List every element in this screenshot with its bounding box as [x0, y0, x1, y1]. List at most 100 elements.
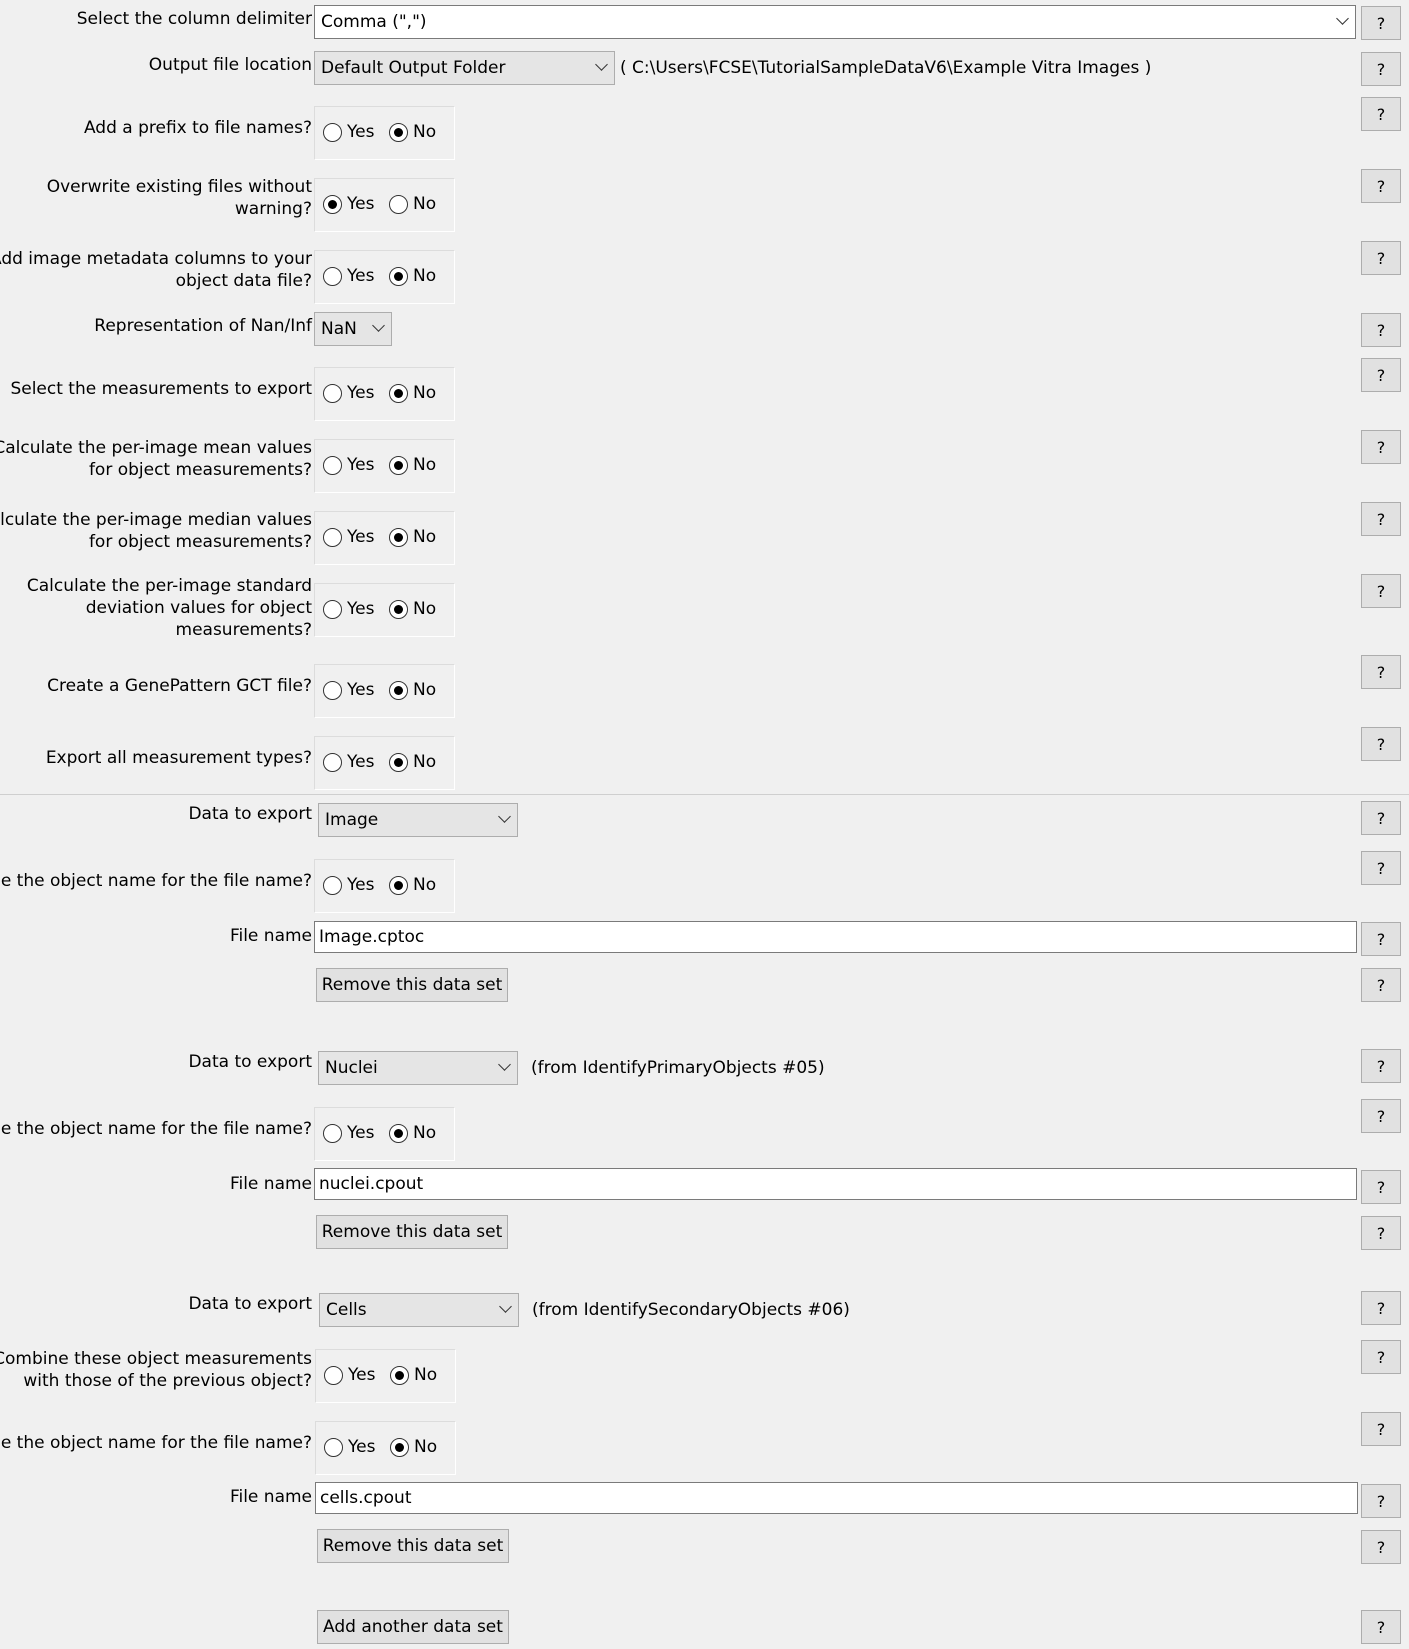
radio-no-label: No [413, 875, 437, 895]
data-to-export-select[interactable]: Image [318, 803, 518, 837]
remove-data-set-button[interactable]: Remove this data set [316, 1215, 508, 1249]
output-location-label: Output file location [148, 55, 312, 75]
prefix-radio-group: Yes No [314, 106, 455, 160]
radio-circle-icon [323, 527, 342, 547]
all-types-yes-radio[interactable]: Yes [323, 752, 374, 772]
metadata-columns-yes-radio[interactable]: Yes [323, 266, 374, 286]
remove-data-set-button[interactable]: Remove this data set [317, 1529, 509, 1563]
use-object-name-radio-group: Yes No [314, 859, 455, 913]
help-button[interactable]: ? [1361, 1049, 1401, 1083]
help-button[interactable]: ? [1361, 1170, 1401, 1204]
use-object-name-label: Use the object name for the file name? [0, 1119, 312, 1139]
select-measurements-no-radio[interactable]: No [389, 383, 436, 403]
all-types-radio-group: Yes No [314, 736, 455, 790]
use-object-name-yes-radio[interactable]: Yes [323, 1123, 374, 1143]
data-to-export-value: Image [325, 810, 379, 830]
help-button[interactable]: ? [1361, 1216, 1401, 1250]
all-types-no-radio[interactable]: No [389, 752, 436, 772]
help-button[interactable]: ? [1361, 1291, 1401, 1325]
std-values-yes-radio[interactable]: Yes [323, 599, 374, 619]
radio-circle-icon [389, 194, 408, 214]
remove-data-set-button[interactable]: Remove this data set [316, 968, 508, 1002]
file-name-label: File name [229, 1174, 312, 1194]
radio-no-label: No [413, 527, 437, 547]
help-button[interactable]: ? [1361, 358, 1401, 392]
file-name-input[interactable] [315, 1482, 1358, 1514]
help-button[interactable]: ? [1361, 727, 1401, 761]
use-object-name-yes-radio[interactable]: Yes [323, 875, 374, 895]
select-measurements-radio-group: Yes No [314, 367, 455, 421]
radio-selected-icon [389, 527, 408, 547]
use-object-name-yes-radio[interactable]: Yes [324, 1437, 375, 1457]
radio-circle-icon [323, 875, 342, 895]
nan-representation-select[interactable]: NaN [314, 312, 392, 346]
mean-values-label: Calculate the per-image mean values for o… [0, 438, 312, 480]
help-button[interactable]: ? [1361, 1099, 1401, 1133]
radio-circle-icon [323, 455, 342, 475]
data-to-export-select[interactable]: Nuclei [318, 1051, 518, 1085]
help-button[interactable]: ? [1361, 241, 1401, 275]
use-object-name-no-radio[interactable]: No [390, 1437, 437, 1457]
gct-file-yes-radio[interactable]: Yes [323, 680, 374, 700]
help-button[interactable]: ? [1361, 1484, 1401, 1518]
output-location-select[interactable]: Default Output Folder [314, 51, 615, 85]
mean-values-no-radio[interactable]: No [389, 455, 436, 475]
object-source-text: (from IdentifySecondaryObjects #06) [532, 1300, 850, 1320]
help-button[interactable]: ? [1361, 968, 1401, 1002]
chevron-down-icon [498, 810, 511, 823]
help-button[interactable]: ? [1361, 97, 1401, 131]
help-button[interactable]: ? [1361, 851, 1401, 885]
prefix-yes-radio[interactable]: Yes [323, 122, 374, 142]
help-button[interactable]: ? [1361, 6, 1401, 40]
overwrite-no-radio[interactable]: No [389, 194, 436, 214]
use-object-name-no-radio[interactable]: No [389, 1123, 436, 1143]
help-button[interactable]: ? [1361, 52, 1401, 86]
radio-yes-label: Yes [347, 122, 375, 142]
select-measurements-yes-radio[interactable]: Yes [323, 383, 374, 403]
delimiter-value: Comma (",") [321, 12, 427, 32]
combine-measurements-yes-radio[interactable]: Yes [324, 1365, 375, 1385]
mean-values-radio-group: Yes No [314, 439, 455, 493]
radio-selected-icon [389, 122, 408, 142]
radio-selected-icon [323, 194, 342, 214]
median-values-yes-radio[interactable]: Yes [323, 527, 374, 547]
help-button[interactable]: ? [1361, 1610, 1401, 1644]
add-data-set-button[interactable]: Add another data set [317, 1610, 509, 1644]
help-button[interactable]: ? [1361, 430, 1401, 464]
radio-no-label: No [413, 194, 437, 214]
help-button[interactable]: ? [1361, 1530, 1401, 1564]
median-values-no-radio[interactable]: No [389, 527, 436, 547]
radio-no-label: No [413, 383, 437, 403]
data-to-export-select[interactable]: Cells [319, 1293, 519, 1327]
radio-circle-icon [323, 752, 342, 772]
combine-measurements-no-radio[interactable]: No [390, 1365, 437, 1385]
radio-selected-icon [389, 680, 408, 700]
radio-yes-label: Yes [347, 1123, 375, 1143]
use-object-name-no-radio[interactable]: No [389, 875, 436, 895]
std-values-no-radio[interactable]: No [389, 599, 436, 619]
file-name-input[interactable] [314, 1168, 1357, 1200]
file-name-input[interactable] [314, 921, 1357, 953]
help-button[interactable]: ? [1361, 801, 1401, 835]
help-button[interactable]: ? [1361, 922, 1401, 956]
prefix-no-radio[interactable]: No [389, 122, 436, 142]
help-button[interactable]: ? [1361, 574, 1401, 608]
gct-file-label: Create a GenePattern GCT file? [47, 676, 312, 696]
help-button[interactable]: ? [1361, 313, 1401, 347]
help-button[interactable]: ? [1361, 1340, 1401, 1374]
help-button[interactable]: ? [1361, 169, 1401, 203]
gct-file-no-radio[interactable]: No [389, 680, 436, 700]
data-to-export-label: Data to export [188, 1052, 312, 1072]
mean-values-yes-radio[interactable]: Yes [323, 455, 374, 475]
metadata-columns-no-radio[interactable]: No [389, 266, 436, 286]
help-button[interactable]: ? [1361, 1412, 1401, 1446]
delimiter-select[interactable]: Comma (",") [314, 5, 1356, 39]
radio-no-label: No [413, 1123, 437, 1143]
radio-yes-label: Yes [347, 383, 375, 403]
help-button[interactable]: ? [1361, 502, 1401, 536]
help-button[interactable]: ? [1361, 655, 1401, 689]
file-name-label: File name [229, 926, 312, 946]
overwrite-yes-radio[interactable]: Yes [323, 194, 374, 214]
overwrite-radio-group: Yes No [314, 178, 455, 232]
radio-selected-icon [389, 455, 408, 475]
